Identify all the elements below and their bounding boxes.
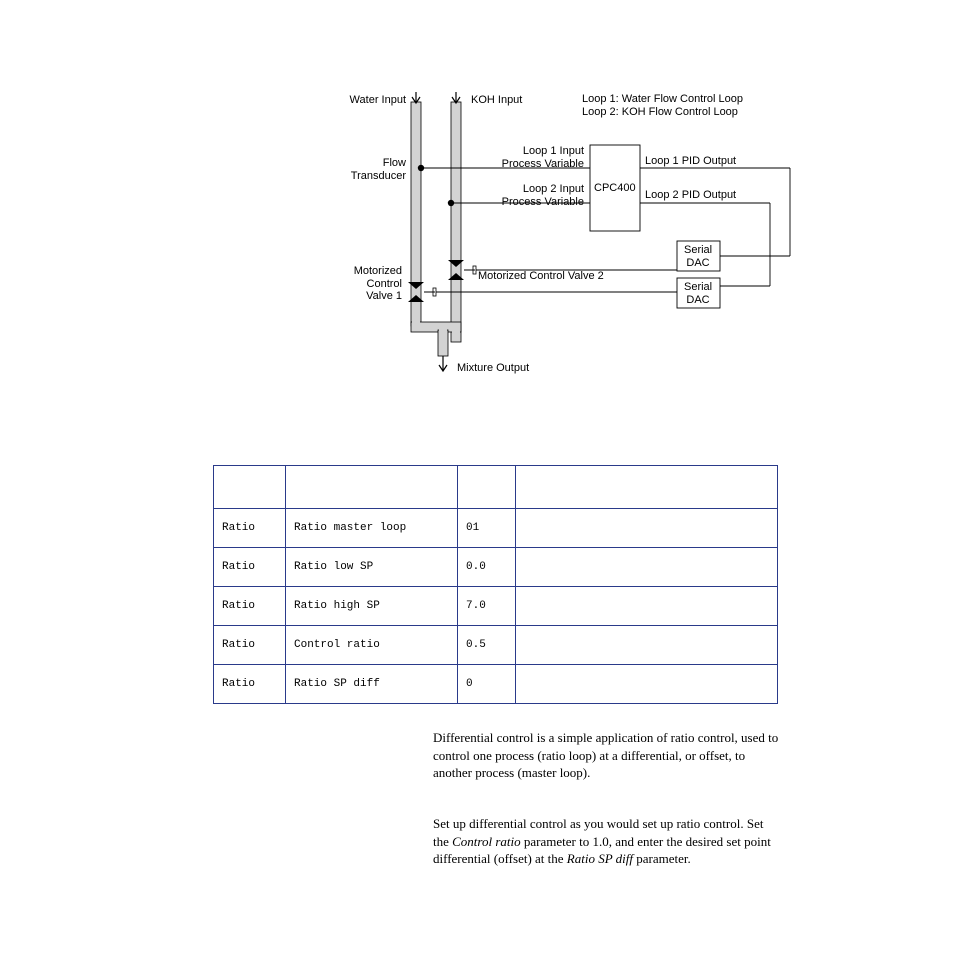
label-loop1-output: Loop 1 PID Output [645,155,736,168]
label-cpc400: CPC400 [594,182,636,195]
cell-category: Ratio [214,548,286,587]
cell-note [516,509,778,548]
label-mcv1: MotorizedControlValve 1 [342,265,402,303]
table-header-row [214,466,778,509]
label-mixture-output: Mixture Output [457,362,529,375]
label-loop1-desc: Loop 1: Water Flow Control Loop [582,93,743,106]
table-row: Ratio Ratio low SP 0.0 [214,548,778,587]
cell-param: Ratio high SP [286,587,458,626]
cell-category: Ratio [214,665,286,704]
label-mcv2: Motorized Control Valve 2 [478,270,604,283]
label-loop2-output: Loop 2 PID Output [645,189,736,202]
para2-italic-2: Ratio SP diff [567,851,633,866]
cell-value: 0.5 [458,626,516,665]
cell-note [516,626,778,665]
table-row: Ratio Control ratio 0.5 [214,626,778,665]
label-serial-dac-2: SerialDAC [684,281,712,306]
para2-segment-c: parameter. [633,851,691,866]
table-row: Ratio Ratio high SP 7.0 [214,587,778,626]
table-row: Ratio Ratio SP diff 0 [214,665,778,704]
cell-value: 0 [458,665,516,704]
cell-category: Ratio [214,587,286,626]
label-koh-input: KOH Input [471,94,522,107]
paragraph-differential-control: Differential control is a simple applica… [433,729,779,782]
label-loop1-input: Loop 1 InputProcess Variable [489,145,584,170]
cell-value: 01 [458,509,516,548]
cell-category: Ratio [214,509,286,548]
parameters-table: Ratio Ratio master loop 01 Ratio Ratio l… [213,465,777,704]
label-serial-dac-1: SerialDAC [684,244,712,269]
label-loop2-input: Loop 2 InputProcess Variable [489,183,584,208]
cell-note [516,587,778,626]
cell-param: Ratio low SP [286,548,458,587]
cell-category: Ratio [214,626,286,665]
control-loop-diagram: Water Input KOH Input FlowTransducer Loo… [345,90,825,380]
para2-italic-1: Control ratio [452,834,521,849]
cell-param: Ratio SP diff [286,665,458,704]
label-loop2-desc: Loop 2: KOH Flow Control Loop [582,106,738,119]
cell-param: Ratio master loop [286,509,458,548]
cell-value: 0.0 [458,548,516,587]
cell-note [516,548,778,587]
label-flow-transducer: FlowTransducer [342,157,406,182]
cell-note [516,665,778,704]
label-water-input: Water Input [342,94,406,107]
paragraph-setup: Set up differential control as you would… [433,815,779,868]
cell-value: 7.0 [458,587,516,626]
cell-param: Control ratio [286,626,458,665]
table-row: Ratio Ratio master loop 01 [214,509,778,548]
